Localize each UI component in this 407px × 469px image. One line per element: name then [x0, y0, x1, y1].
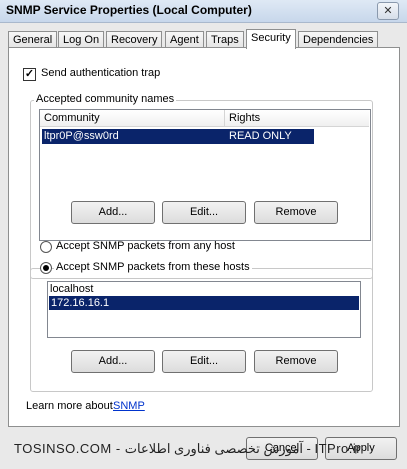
close-button[interactable]: ✕	[377, 2, 399, 20]
edit-host-button[interactable]: Edit...	[162, 350, 246, 373]
accept-these-hosts-label: Accept SNMP packets from these hosts	[54, 261, 252, 273]
accept-any-host-radio[interactable]	[40, 241, 52, 253]
learn-more-text: Learn more about	[26, 400, 113, 412]
security-panel: ✓ Send authentication trap Accepted comm…	[8, 47, 400, 427]
add-host-button[interactable]: Add...	[71, 350, 155, 373]
community-group-title: Accepted community names	[34, 93, 177, 105]
community-cell: ltpr0P@ssw0rd	[44, 130, 119, 142]
remove-community-button[interactable]: Remove	[254, 201, 338, 224]
tab-dependencies[interactable]: Dependencies	[298, 31, 379, 48]
tab-general[interactable]: General	[8, 31, 58, 48]
send-auth-trap-checkbox[interactable]: ✓	[23, 68, 36, 81]
list-item[interactable]: 172.16.16.1	[49, 296, 359, 310]
watermark-text: TOSINSO.COM - آموزش تخصصی فناوری اطلاعات…	[14, 441, 362, 456]
table-row[interactable]: ltpr0P@ssw0rd READ ONLY	[42, 129, 314, 144]
list-item[interactable]: localhost	[50, 283, 93, 296]
tab-log-on[interactable]: Log On	[58, 31, 105, 48]
tab-security[interactable]: Security	[246, 29, 296, 49]
rights-column-header[interactable]: Rights	[225, 110, 369, 127]
accept-any-host-label: Accept SNMP packets from any host	[56, 240, 235, 252]
checkmark-icon: ✓	[24, 68, 35, 80]
title-bar: SNMP Service Properties (Local Computer)…	[0, 0, 407, 23]
edit-community-button[interactable]: Edit...	[162, 201, 246, 224]
close-icon: ✕	[383, 5, 393, 17]
window-title: SNMP Service Properties (Local Computer)	[6, 3, 252, 17]
tab-traps[interactable]: Traps	[206, 31, 244, 48]
send-auth-trap-label: Send authentication trap	[41, 67, 161, 79]
hosts-list[interactable]: localhost 172.16.16.1	[47, 281, 361, 338]
rights-cell: READ ONLY	[229, 130, 292, 142]
tab-recovery[interactable]: Recovery	[106, 31, 163, 48]
add-community-button[interactable]: Add...	[71, 201, 155, 224]
remove-host-button[interactable]: Remove	[254, 350, 338, 373]
snmp-help-link[interactable]: SNMP	[113, 400, 145, 412]
community-column-header[interactable]: Community	[40, 110, 225, 127]
accept-these-hosts-radio[interactable]	[40, 262, 52, 274]
tab-agent[interactable]: Agent	[165, 31, 204, 48]
